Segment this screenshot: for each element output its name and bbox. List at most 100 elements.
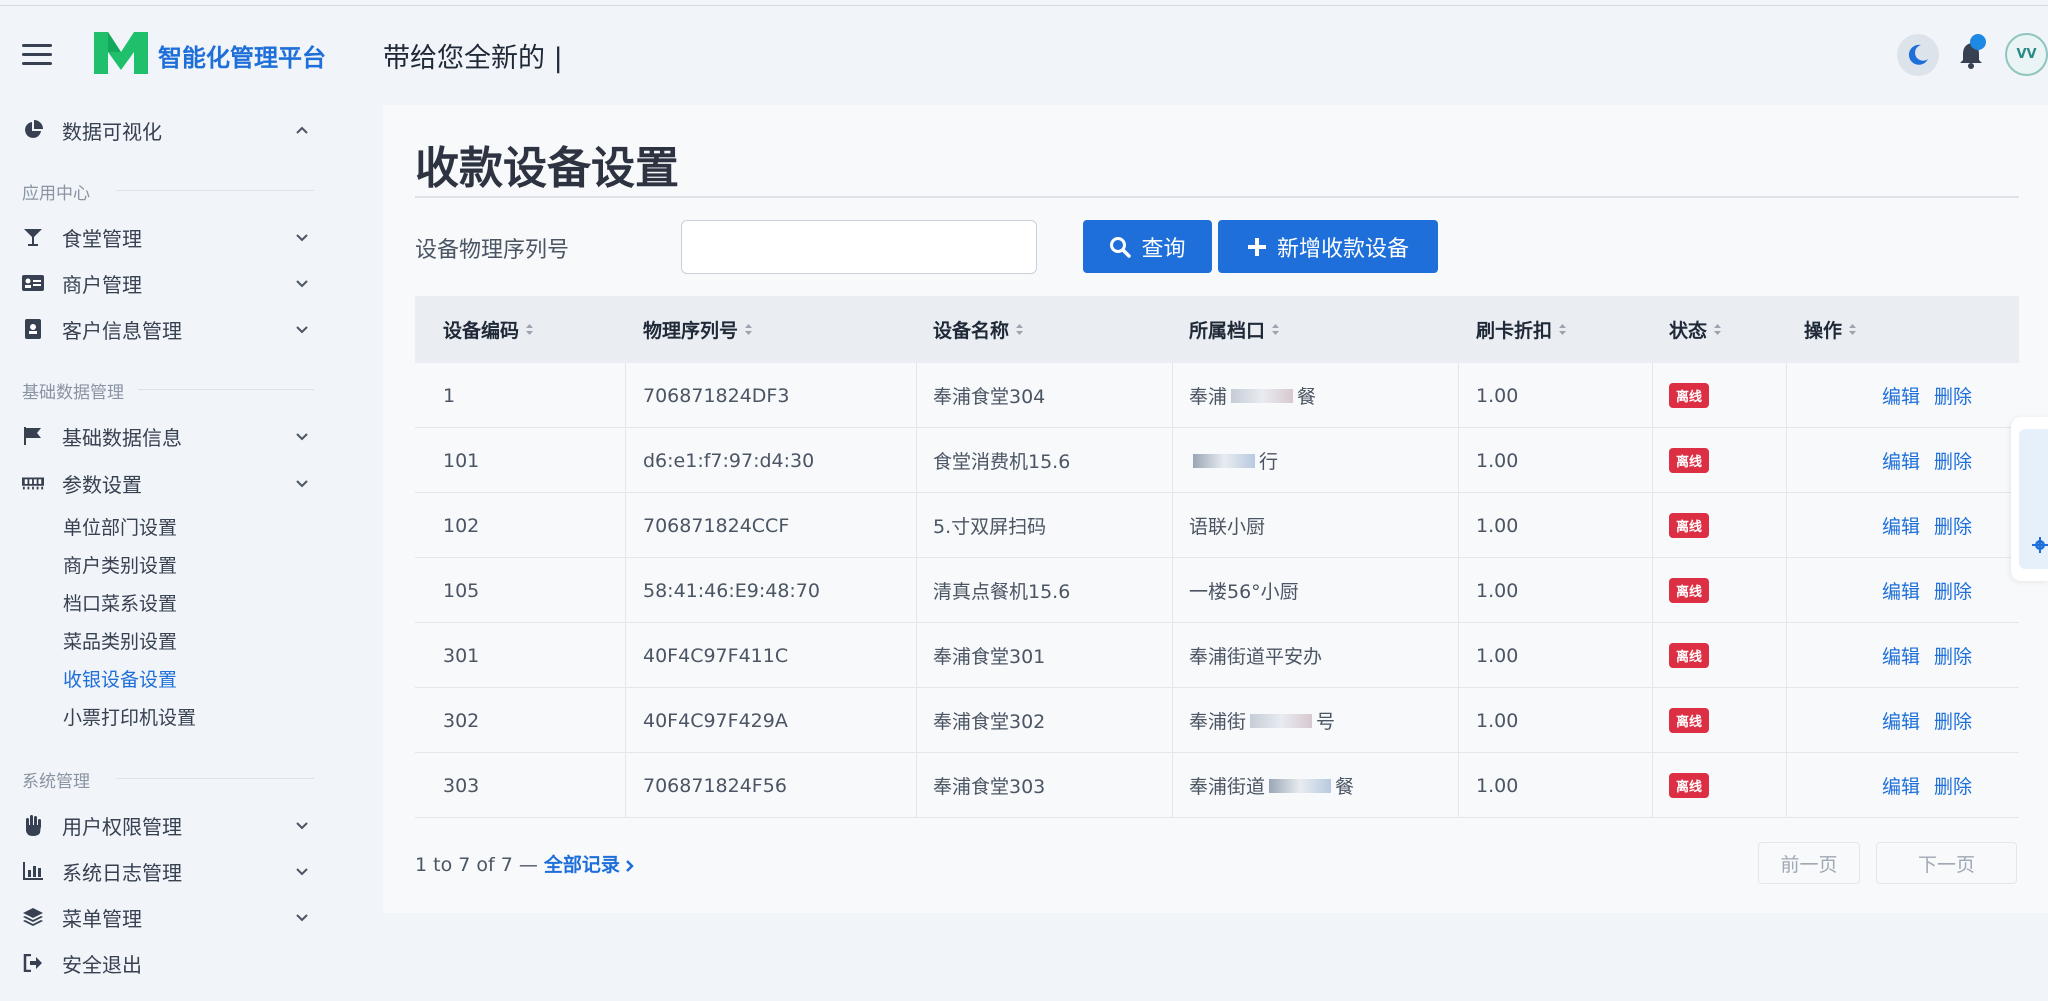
column-header-label: 物理序列号 <box>643 320 739 342</box>
edit-link[interactable]: 编辑 <box>1882 512 1920 539</box>
th-serial[interactable]: 物理序列号 <box>643 296 753 363</box>
chevron-down-icon <box>296 234 308 242</box>
nav-system-log[interactable]: 系统日志管理 <box>22 853 318 889</box>
redacted-text <box>1193 453 1255 468</box>
cell-device-code: 1 <box>443 384 456 407</box>
next-page-button[interactable]: 下一页 <box>1876 842 2017 884</box>
nav-dashboard[interactable]: 数据可视化 <box>22 112 318 148</box>
theme-toggle-button[interactable] <box>1897 34 1939 76</box>
query-button[interactable]: 查询 <box>1083 220 1212 273</box>
th-device-name[interactable]: 设备名称 <box>933 296 1024 363</box>
sort-icon[interactable] <box>744 323 753 336</box>
nav-logout[interactable]: 安全退出 <box>22 945 318 981</box>
sort-icon[interactable] <box>525 323 534 336</box>
cell-device-name: 奉浦食堂302 <box>933 711 1046 733</box>
delete-link[interactable]: 删除 <box>1934 577 1972 604</box>
cell-discount: 1.00 <box>1476 514 1519 537</box>
cell-device-code: 301 <box>443 644 480 667</box>
delete-link[interactable]: 删除 <box>1934 382 1972 409</box>
stall-text: 奉浦街道平安办 <box>1189 646 1323 668</box>
sidebar: 智能化管理平台 数据可视化 应用中心 食堂管理 商户管理 客户信息管理 基础数据… <box>0 0 380 1001</box>
sub-item-dish-category[interactable]: 菜品类别设置 <box>63 627 177 654</box>
th-stall[interactable]: 所属档口 <box>1189 296 1280 363</box>
edit-link[interactable]: 编辑 <box>1882 447 1920 474</box>
edit-link[interactable]: 编辑 <box>1882 707 1920 734</box>
redacted-text <box>1231 388 1294 403</box>
cell-status: 离线 <box>1669 493 1710 558</box>
sub-item-stall-cuisine[interactable]: 档口菜系设置 <box>63 589 177 616</box>
cell-device-code: 303 <box>443 774 480 797</box>
th-device-code[interactable]: 设备编码 <box>443 296 534 363</box>
th-status[interactable]: 状态 <box>1669 296 1722 363</box>
section-divider <box>138 389 314 390</box>
table-row: 301 40F4C97F411C 奉浦食堂301 奉浦街道平安办 1.00 离线 编辑 删除 <box>415 623 2019 688</box>
nav-canteen[interactable]: 食堂管理 <box>22 219 318 255</box>
plus-icon <box>1247 237 1266 256</box>
delete-link[interactable]: 删除 <box>1934 512 1972 539</box>
prev-page-button[interactable]: 前一页 <box>1758 842 1860 884</box>
pie-chart-icon <box>22 119 44 141</box>
nav-basic-info-label: 基础数据信息 <box>62 425 182 450</box>
memory-icon <box>22 472 44 494</box>
cell-serial: 40F4C97F429A <box>643 709 788 732</box>
edit-link[interactable]: 编辑 <box>1882 382 1920 409</box>
menu-icon[interactable] <box>22 44 52 66</box>
cell-serial: 58:41:46:E9:48:70 <box>643 579 820 602</box>
cell-actions: 编辑 删除 <box>1882 493 1972 558</box>
nav-params[interactable]: 参数设置 <box>22 465 318 501</box>
nav-customer-label: 客户信息管理 <box>62 318 182 343</box>
th-actions[interactable]: 操作 <box>1804 296 1857 363</box>
nav-basic-info[interactable]: 基础数据信息 <box>22 418 318 454</box>
column-header-label: 刷卡折扣 <box>1476 320 1553 342</box>
address-book-icon <box>22 318 44 340</box>
table-row: 303 706871824F56 奉浦食堂303 奉浦街道 餐 1.00 离线 编辑 删除 <box>415 753 2019 818</box>
floating-settings-tab[interactable] <box>2011 417 2048 581</box>
stall-text-suffix: 号 <box>1316 711 1336 733</box>
sort-icon[interactable] <box>1848 323 1857 336</box>
cell-actions: 编辑 删除 <box>1882 753 1972 818</box>
cell-device-name: 奉浦食堂303 <box>933 776 1046 798</box>
sort-icon[interactable] <box>1713 323 1722 336</box>
cell-status: 离线 <box>1669 558 1710 623</box>
cell-serial: 706871824CCF <box>643 514 790 537</box>
section-divider <box>116 778 314 779</box>
edit-link[interactable]: 编辑 <box>1882 642 1920 669</box>
column-divider <box>625 363 626 817</box>
sub-item-merchant-category[interactable]: 商户类别设置 <box>63 551 177 578</box>
table-row: 302 40F4C97F429A 奉浦食堂302 奉浦街 号 1.00 离线 编辑 删除 <box>415 688 2019 753</box>
nav-merchant[interactable]: 商户管理 <box>22 265 318 301</box>
cell-stall: 行 <box>1189 428 1278 493</box>
avatar[interactable]: VV <box>2005 33 2048 76</box>
serial-search-input[interactable] <box>681 220 1037 274</box>
nav-customer[interactable]: 客户信息管理 <box>22 311 318 347</box>
column-header-label: 状态 <box>1669 320 1708 342</box>
sort-icon[interactable] <box>1271 323 1280 336</box>
th-discount[interactable]: 刷卡折扣 <box>1476 296 1567 363</box>
sort-icon[interactable] <box>1558 323 1567 336</box>
all-records-link[interactable]: 全部记录 <box>544 854 620 876</box>
pager-info: 1 to 7 of 7 — 全部记录 <box>415 850 636 877</box>
sub-item-receipt-printer[interactable]: 小票打印机设置 <box>63 703 196 730</box>
sort-icon[interactable] <box>1015 323 1024 336</box>
nav-menu-management[interactable]: 菜单管理 <box>22 899 318 935</box>
add-device-button[interactable]: 新增收款设备 <box>1218 220 1438 273</box>
cell-serial: d6:e1:f7:97:d4:30 <box>643 449 815 472</box>
status-badge: 离线 <box>1669 708 1710 733</box>
query-button-label: 查询 <box>1141 236 1186 262</box>
column-divider <box>1458 363 1459 817</box>
edit-link[interactable]: 编辑 <box>1882 577 1920 604</box>
delete-link[interactable]: 删除 <box>1934 447 1972 474</box>
cell-device-name: 奉浦食堂301 <box>933 646 1046 668</box>
cell-device-code: 105 <box>443 579 480 602</box>
sub-item-cashier-device[interactable]: 收银设备设置 <box>63 665 177 692</box>
table-row: 1 706871824DF3 奉浦食堂304 奉浦 餐 1.00 离线 编辑 删除 <box>415 363 2019 428</box>
sub-item-unit-dept[interactable]: 单位部门设置 <box>63 513 177 540</box>
stall-text: 奉浦街道 <box>1189 776 1266 798</box>
cell-status: 离线 <box>1669 363 1710 428</box>
delete-link[interactable]: 删除 <box>1934 642 1972 669</box>
delete-link[interactable]: 删除 <box>1934 772 1972 799</box>
delete-link[interactable]: 删除 <box>1934 707 1972 734</box>
edit-link[interactable]: 编辑 <box>1882 772 1920 799</box>
nav-user-permission[interactable]: 用户权限管理 <box>22 807 318 843</box>
stall-text-suffix: 餐 <box>1297 386 1317 408</box>
